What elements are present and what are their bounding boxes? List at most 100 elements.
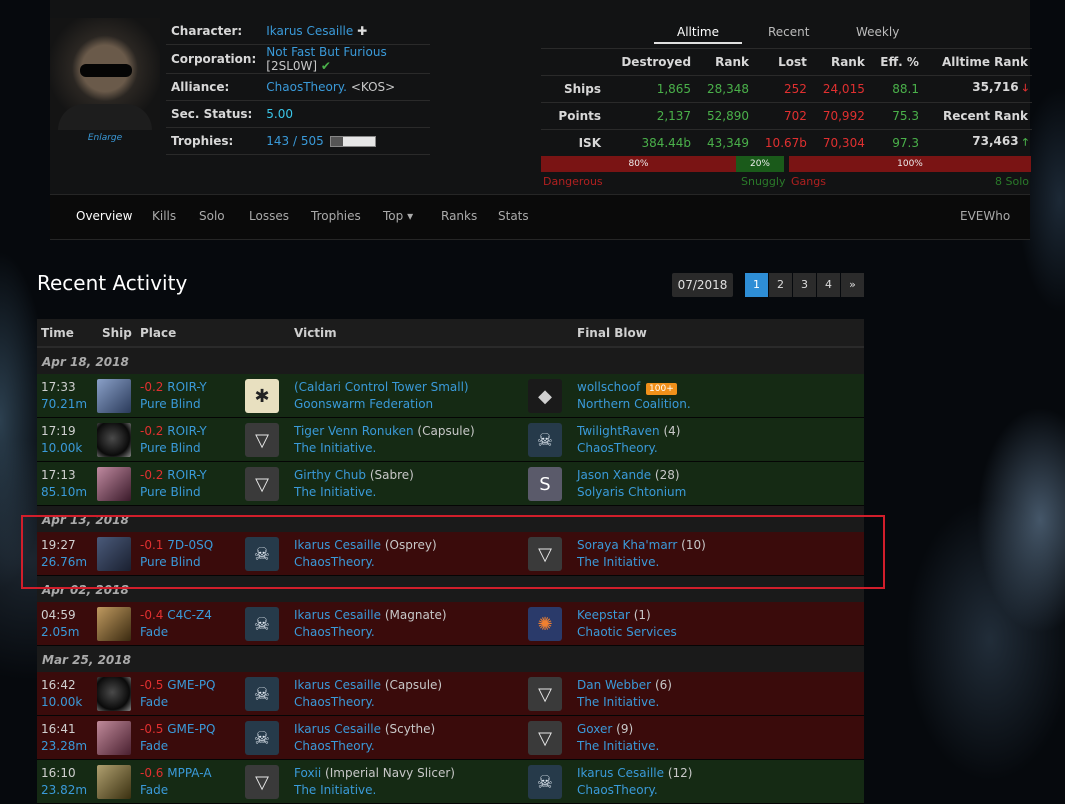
nav-evewho[interactable]: EVEWho — [960, 209, 1010, 223]
finalblow-nc-logo-icon[interactable]: ◆ — [528, 379, 562, 413]
capsule-icon[interactable] — [97, 677, 131, 711]
victim-corp-link[interactable]: The Initiative. — [294, 485, 376, 499]
victim-name-link[interactable]: Ikarus Cesaille — [294, 678, 381, 692]
victim-skull-logo-icon[interactable]: ☠ — [245, 721, 279, 755]
magnate-icon[interactable] — [97, 607, 131, 641]
nav-kills[interactable]: Kills — [152, 209, 176, 223]
alliance-link[interactable]: ChaosTheory. — [266, 80, 347, 94]
kill-value[interactable]: 2.05m — [41, 625, 79, 639]
finalblow-name-link[interactable]: Keepstar — [577, 608, 630, 622]
victim-bee-logo-icon[interactable]: ✱ — [245, 379, 279, 413]
finalblow-skull-logo-icon[interactable]: ☠ — [528, 765, 562, 799]
system-link[interactable]: ROIR-Y — [167, 468, 206, 482]
finalblow-skull-logo-icon[interactable]: ☠ — [528, 423, 562, 457]
victim-name-link[interactable]: Girthy Chub — [294, 468, 366, 482]
victim-init-logo-icon[interactable]: ▽ — [245, 423, 279, 457]
tab-recent[interactable]: Recent — [768, 25, 809, 39]
victim-skull-logo-icon[interactable]: ☠ — [245, 537, 279, 571]
finalblow-name-link[interactable]: Jason Xande — [577, 468, 651, 482]
victim-name-link[interactable]: Tiger Venn Ronuken — [294, 424, 414, 438]
character-portrait[interactable] — [50, 18, 160, 130]
victim-corp-link[interactable]: ChaosTheory. — [294, 739, 375, 753]
finalblow-name-link[interactable]: Dan Webber — [577, 678, 651, 692]
region-link[interactable]: Fade — [140, 783, 168, 797]
osprey-icon[interactable] — [97, 537, 131, 571]
finalblow-cs-logo-icon[interactable]: ✺ — [528, 607, 562, 641]
nav-overview[interactable]: Overview — [76, 209, 133, 223]
victim-name-link[interactable]: Ikarus Cesaille — [294, 538, 381, 552]
tab-weekly[interactable]: Weekly — [856, 25, 899, 39]
kill-value[interactable]: 70.21m — [41, 397, 87, 411]
page-1-button[interactable]: 1 — [745, 273, 768, 297]
nav-solo[interactable]: Solo — [199, 209, 225, 223]
nav-top[interactable]: Top ▾ — [383, 209, 413, 223]
system-link[interactable]: GME-PQ — [167, 678, 215, 692]
finalblow-name-link[interactable]: Ikarus Cesaille — [577, 766, 664, 780]
victim-corp-link[interactable]: Goonswarm Federation — [294, 397, 433, 411]
kill-value[interactable]: 23.82m — [41, 783, 87, 797]
finalblow-name-link[interactable]: Soraya Kha'marr — [577, 538, 677, 552]
system-link[interactable]: ROIR-Y — [167, 380, 206, 394]
victim-corp-link[interactable]: The Initiative. — [294, 441, 376, 455]
kill-value[interactable]: 85.10m — [41, 485, 87, 499]
add-contact-icon[interactable]: ✚ — [357, 24, 367, 38]
finalblow-corp-link[interactable]: ChaosTheory. — [577, 441, 658, 455]
scythe-icon[interactable] — [97, 721, 131, 755]
nav-losses[interactable]: Losses — [249, 209, 289, 223]
table-row[interactable]: 16:41 23.28m -0.5 GME-PQ Fade ☠ Ikarus C… — [37, 716, 864, 760]
system-link[interactable]: GME-PQ — [167, 722, 215, 736]
tower-icon[interactable] — [97, 379, 131, 413]
system-link[interactable]: 7D-0SQ — [167, 538, 213, 552]
victim-corp-link[interactable]: The Initiative. — [294, 783, 376, 797]
region-link[interactable]: Pure Blind — [140, 555, 201, 569]
system-link[interactable]: ROIR-Y — [167, 424, 206, 438]
finalblow-corp-link[interactable]: Northern Coalition. — [577, 397, 691, 411]
table-row[interactable]: 16:42 10.00k -0.5 GME-PQ Fade ☠ Ikarus C… — [37, 672, 864, 716]
victim-name-link[interactable]: (Caldari Control Tower Small) — [294, 380, 469, 394]
region-link[interactable]: Fade — [140, 625, 168, 639]
enlarge-link[interactable]: Enlarge — [50, 133, 160, 143]
finalblow-corp-link[interactable]: Chaotic Services — [577, 625, 677, 639]
region-link[interactable]: Fade — [140, 739, 168, 753]
table-row[interactable]: 19:27 26.76m -0.1 7D-0SQ Pure Blind ☠ Ik… — [37, 532, 864, 576]
nav-ranks[interactable]: Ranks — [441, 209, 477, 223]
month-selector-button[interactable]: 07/2018 — [672, 273, 733, 297]
finalblow-name-link[interactable]: Goxer — [577, 722, 612, 736]
finalblow-init-logo-icon[interactable]: ▽ — [528, 721, 562, 755]
region-link[interactable]: Fade — [140, 695, 168, 709]
page-2-button[interactable]: 2 — [769, 273, 792, 297]
victim-init-logo-icon[interactable]: ▽ — [245, 467, 279, 501]
finalblow-corp-link[interactable]: The Initiative. — [577, 555, 659, 569]
trophies-link[interactable]: 143 / 505 — [266, 134, 323, 148]
victim-skull-logo-icon[interactable]: ☠ — [245, 677, 279, 711]
table-row[interactable]: 17:13 85.10m -0.2 ROIR-Y Pure Blind ▽ Gi… — [37, 462, 864, 506]
nav-stats[interactable]: Stats — [498, 209, 529, 223]
victim-skull-logo-icon[interactable]: ☠ — [245, 607, 279, 641]
finalblow-init-logo-icon[interactable]: ▽ — [528, 677, 562, 711]
next-page-button[interactable]: » — [841, 273, 864, 297]
table-row[interactable]: 16:10 23.82m -0.6 MPPA-A Fade ▽ Foxii (I… — [37, 760, 864, 804]
finalblow-corp-link[interactable]: ChaosTheory. — [577, 783, 658, 797]
victim-corp-link[interactable]: ChaosTheory. — [294, 555, 375, 569]
slicer-icon[interactable] — [97, 765, 131, 799]
system-link[interactable]: MPPA-A — [167, 766, 211, 780]
victim-init-logo-icon[interactable]: ▽ — [245, 765, 279, 799]
tab-alltime[interactable]: Alltime — [654, 25, 742, 44]
victim-name-link[interactable]: Foxii — [294, 766, 321, 780]
capsule-icon[interactable] — [97, 423, 131, 457]
victim-name-link[interactable]: Ikarus Cesaille — [294, 722, 381, 736]
corporation-link[interactable]: Not Fast But Furious — [266, 45, 386, 59]
table-row[interactable]: 17:33 70.21m -0.2 ROIR-Y Pure Blind ✱ (C… — [37, 374, 864, 418]
character-link[interactable]: Ikarus Cesaille — [266, 24, 353, 38]
kill-value[interactable]: 26.76m — [41, 555, 87, 569]
finalblow-corp-link[interactable]: Solyaris Chtonium — [577, 485, 686, 499]
sabre-icon[interactable] — [97, 467, 131, 501]
finalblow-name-link[interactable]: wollschoof — [577, 380, 640, 394]
victim-corp-link[interactable]: ChaosTheory. — [294, 695, 375, 709]
finalblow-corp-link[interactable]: The Initiative. — [577, 739, 659, 753]
page-4-button[interactable]: 4 — [817, 273, 840, 297]
region-link[interactable]: Pure Blind — [140, 441, 201, 455]
table-row[interactable]: 04:59 2.05m -0.4 C4C-Z4 Fade ☠ Ikarus Ce… — [37, 602, 864, 646]
kill-value[interactable]: 23.28m — [41, 739, 87, 753]
victim-name-link[interactable]: Ikarus Cesaille — [294, 608, 381, 622]
